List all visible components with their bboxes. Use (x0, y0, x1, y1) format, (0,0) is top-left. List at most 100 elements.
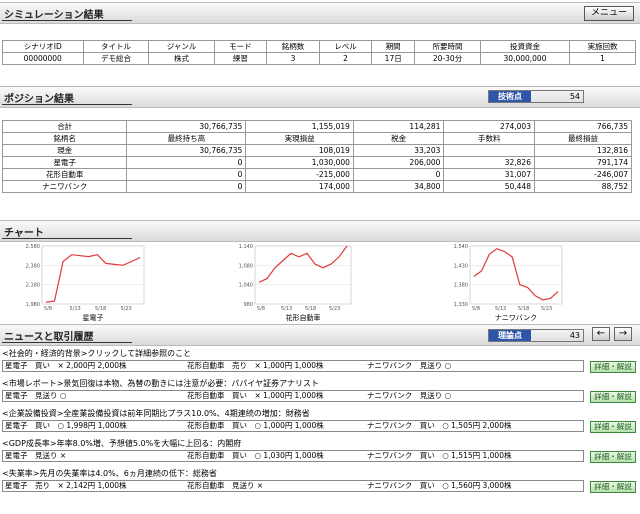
menu-button[interactable]: メニュー (584, 6, 634, 21)
table-cell: 88,752 (533, 180, 633, 193)
detail-button[interactable]: 詳細・解説 (590, 421, 636, 433)
table-cell: 32,826 (443, 156, 535, 169)
trade-row: 星電子 買い × 2,000円 2,000株 花形自動車 売り × 1,000円 … (2, 360, 584, 372)
trade-row: 星電子 見送り × 花形自動車 買い ○ 1,030円 1,000株 ナニワバンク … (2, 450, 584, 462)
title-underline (2, 20, 132, 21)
table-cell: 0 (352, 168, 445, 181)
y-tick-label: 1,080 (239, 263, 253, 269)
trade-row: 星電子 買い ○ 1,998円 1,000株 花形自動車 買い ○ 1,000円 … (2, 420, 584, 432)
trade-entry: 花形自動車 買い ○ 1,030円 1,000株 (187, 451, 324, 460)
column-header: 銘柄数 (266, 40, 320, 53)
trade-entry: ナニワバンク 見送り ○ (367, 391, 452, 400)
technical-score-label: 技術点 (489, 91, 531, 102)
news-headline[interactable]: <GDP成長率>年率8.0%増、予想値5.0%を大幅に上回る：内閣府 (2, 438, 241, 449)
table-cell: 206,000 (352, 156, 445, 169)
chart-series-label: ナニワバンク (495, 314, 537, 322)
position-header: ポジション結果 技術点 54 (0, 86, 640, 108)
detail-button[interactable]: 詳細・解説 (590, 451, 636, 463)
news-headline[interactable]: <社会的・経済的背景>クリックして詳細参照のこと (2, 348, 191, 359)
simulation-title: シミュレーション結果 (4, 10, 104, 21)
column-header: 投資資金 (480, 40, 570, 53)
table-cell: -215,000 (245, 168, 354, 181)
chart-series-label: 星電子 (83, 314, 104, 322)
table-row: ナニワバンク 0 174,000 34,800 50,448 88,752 (1, 180, 633, 193)
technical-score: 技術点 54 (488, 90, 584, 103)
column-header: 実現損益 (245, 132, 354, 145)
table-cell: 2 (318, 52, 373, 65)
table-cell: 30,766,735 (126, 144, 247, 157)
table-cell: -246,007 (533, 168, 633, 181)
column-header: 実施回数 (569, 40, 636, 53)
trade-entry: 星電子 見送り ○ (5, 391, 67, 400)
y-tick-label: 1,540 (454, 244, 468, 250)
y-tick-label: 1,330 (454, 302, 468, 308)
price-charts: 2,580 2,380 2,180 1,980 5/8 5/13 5/18 5/23 星電子 1,… (26, 244, 563, 322)
table-cell: 174,000 (245, 180, 354, 193)
x-tick-label: 5/23 (329, 306, 340, 312)
position-table: 合計 30,766,735 1,155,019 114,281 274,003 766,7… (1, 120, 633, 193)
theory-score-value: 43 (569, 331, 580, 340)
theory-score-label: 理論点 (489, 330, 531, 341)
table-cell: 0 (126, 180, 247, 193)
y-tick-label: 2,580 (26, 244, 40, 250)
chart-series-label: 花形自動車 (286, 313, 321, 322)
total-value: 114,281 (352, 120, 445, 133)
table-cell: 1,030,000 (245, 156, 354, 169)
column-header: 手数料 (443, 132, 535, 145)
y-tick-label: 1,140 (239, 244, 253, 250)
table-cell: 0 (126, 168, 247, 181)
total-value: 1,155,019 (245, 120, 354, 133)
table-cell: 20-30分 (414, 52, 482, 65)
theory-score: 理論点 43 (488, 329, 584, 342)
detail-button[interactable]: 詳細・解説 (590, 391, 636, 403)
arrow-right-icon[interactable]: → (614, 327, 632, 341)
chart-frame (469, 245, 563, 305)
detail-button[interactable]: 詳細・解説 (590, 361, 636, 373)
detail-button[interactable]: 詳細・解説 (590, 481, 636, 493)
title-underline (2, 342, 132, 343)
table-row: 星電子 0 1,030,000 206,000 32,826 791,174 (1, 156, 633, 169)
trade-entry: 星電子 見送り × (5, 451, 67, 460)
news-headline[interactable]: <市場レポート>景気回復は本物、為替の動きには注意が必要：パパイヤ証券アナリスト (2, 378, 319, 389)
column-header: 税金 (352, 132, 445, 145)
trade-entry: ナニワバンク 買い ○ 1,560円 3,000株 (367, 481, 512, 490)
title-underline (2, 104, 132, 105)
x-tick-label: 5/8 (472, 306, 480, 312)
row-label: 星電子 (1, 156, 128, 169)
y-tick-label: 1,040 (239, 283, 253, 289)
table-cell: 0 (126, 156, 247, 169)
technical-score-value: 54 (569, 92, 580, 101)
table-cell: 00000000 (2, 52, 84, 65)
table-cell: 1 (569, 52, 636, 65)
trade-row: 星電子 見送り ○ 花形自動車 買い × 1,000円 1,000株 ナニワバンク … (2, 390, 584, 402)
table-row: 現金 30,766,735 108,019 33,203 132,816 (1, 144, 633, 157)
x-tick-label: 5/18 (305, 306, 316, 312)
news-headline[interactable]: <失業率>先月の失業率は4.0%、6ヵ月連続の低下：総務省 (2, 468, 217, 479)
simulation-header: シミュレーション結果 メニュー (0, 2, 640, 24)
total-value: 274,003 (443, 120, 535, 133)
column-header: タイトル (82, 40, 150, 53)
column-header: 期間 (371, 40, 416, 53)
table-cell: 791,174 (533, 156, 633, 169)
trade-entry: 星電子 買い × 2,000円 2,000株 (5, 361, 127, 370)
table-row: 花形自動車 0 -215,000 0 31,007 -246,007 (1, 168, 633, 181)
table-cell: デモ総合 (82, 52, 150, 65)
column-header: ジャンル (148, 40, 215, 53)
trade-entry: 星電子 買い ○ 1,998円 1,000株 (5, 421, 127, 430)
trade-entry: ナニワバンク 見送り ○ (367, 361, 452, 370)
table-cell (443, 144, 535, 157)
table-cell: 50,448 (443, 180, 535, 193)
row-label: ナニワバンク (1, 180, 128, 193)
table-cell: 132,816 (533, 144, 633, 157)
y-tick-label: 1,980 (26, 302, 40, 308)
news-headline[interactable]: <企業設備投資>全産業設備投資は前年同期比プラス10.0%、4期連続の増加：財務… (2, 408, 310, 419)
total-value: 766,735 (533, 120, 633, 133)
x-tick-label: 5/23 (541, 306, 552, 312)
trade-entry: 花形自動車 売り × 1,000円 1,000株 (187, 361, 324, 370)
y-tick-label: 1,380 (454, 283, 468, 289)
arrow-left-icon[interactable]: ← (592, 327, 610, 341)
trade-entry: 花形自動車 見送り × (187, 481, 264, 490)
column-header: 所要時間 (414, 40, 482, 53)
x-tick-label: 5/13 (495, 306, 506, 312)
column-header: 最終持ち高 (126, 132, 247, 145)
